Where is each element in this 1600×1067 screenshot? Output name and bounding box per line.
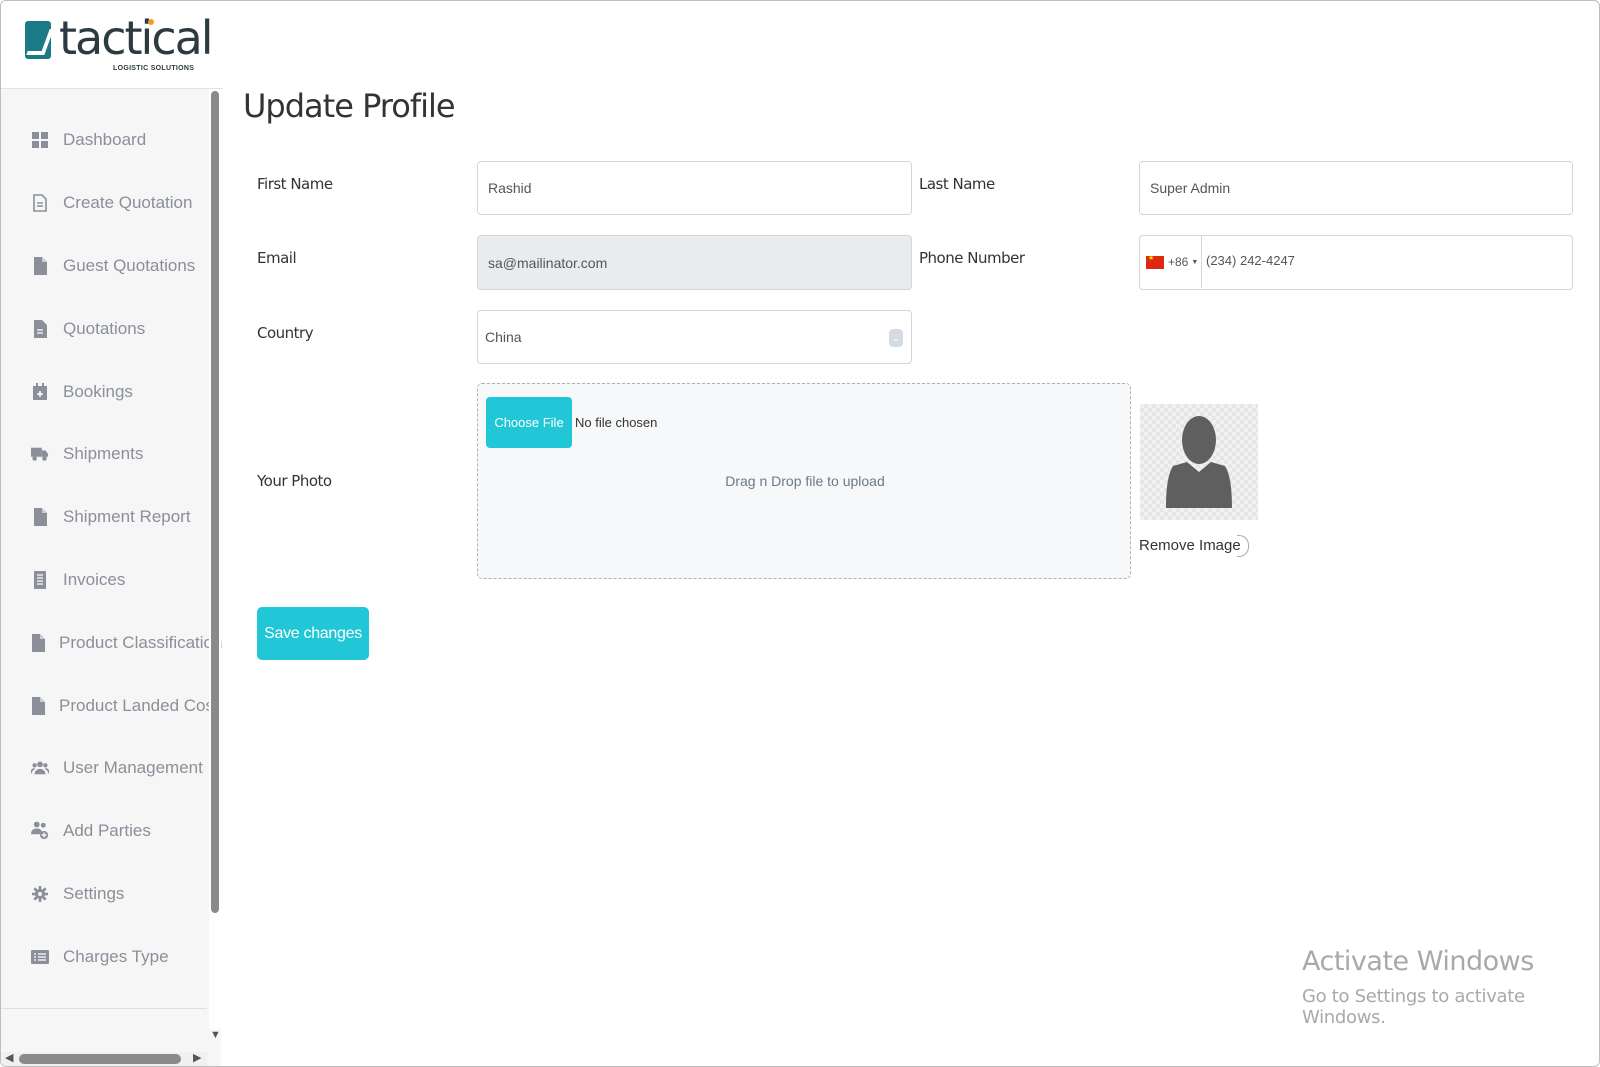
save-changes-button[interactable]: Save changes [257, 607, 369, 660]
remove-icon [1236, 535, 1249, 557]
activate-windows-title: Activate Windows [1302, 946, 1534, 977]
phone-number-label: Phone Number [919, 249, 1025, 267]
phone-number-field: +86 ▼ (234) 242-4247 [1139, 235, 1573, 290]
sidebar-item-create-quotation[interactable]: Create Quotation [1, 172, 209, 235]
photo-dropzone[interactable]: Choose File No file chosen Drag n Drop f… [477, 383, 1131, 579]
sidebar-item-user-management[interactable]: User Management [1, 737, 209, 800]
country-code-selector[interactable]: +86 ▼ [1140, 236, 1202, 288]
sidebar-item-label: Product Landed Cost [59, 695, 219, 715]
sidebar-item-add-parties[interactable]: Add Parties [1, 800, 209, 863]
sidebar-item-label: User Management [63, 758, 203, 778]
first-name-input[interactable]: Rashid [477, 161, 912, 215]
sidebar-item-quotations[interactable]: Quotations [1, 297, 209, 360]
scroll-down-icon[interactable]: ▼ [210, 1029, 221, 1041]
brand-tagline: LOGISTIC SOLUTIONS [113, 65, 195, 72]
sidebar-item-label: Create Quotation [63, 193, 193, 213]
activate-windows-subtitle: Go to Settings to activate Windows. [1302, 986, 1525, 1028]
sidebar-nav: Dashboard Create Quotation Guest Quotati… [1, 109, 222, 988]
logo-dot-icon [148, 19, 154, 25]
sidebar-item-label: Invoices [63, 569, 126, 589]
choose-file-button[interactable]: Choose File [486, 397, 572, 448]
users-plus-icon [31, 821, 49, 840]
country-select-value: China [485, 329, 522, 345]
sidebar-item-label: Add Parties [63, 821, 151, 841]
sidebar-item-shipment-report[interactable]: Shipment Report [1, 486, 209, 549]
sidebar-divider [1, 1008, 207, 1009]
remove-image-label: Remove Image [1139, 536, 1241, 554]
sidebar-item-shipments[interactable]: Shipments [1, 423, 209, 486]
last-name-label: Last Name [919, 175, 995, 193]
email-field: sa@mailinator.com [477, 235, 912, 290]
file-text-icon [31, 319, 49, 338]
logo-mark-icon [25, 21, 51, 59]
sidebar-item-label: Guest Quotations [63, 255, 196, 275]
scroll-right-icon[interactable]: ▶ [193, 1051, 201, 1064]
sidebar-item-label: Product Classification [59, 632, 223, 652]
list-icon [31, 948, 49, 966]
last-name-input[interactable]: Super Admin [1139, 161, 1573, 215]
phone-number-input[interactable]: (234) 242-4247 [1206, 253, 1295, 268]
calendar-plus-icon [31, 382, 49, 401]
scroll-left-icon[interactable]: ◀ [5, 1051, 13, 1064]
horizontal-scrollbar-thumb[interactable] [19, 1054, 181, 1064]
sidebar-item-product-landed-cost[interactable]: Product Landed Cost [1, 674, 219, 737]
remove-image-button[interactable]: Remove Image [1139, 535, 1249, 557]
caret-down-icon: ▼ [1191, 258, 1199, 266]
brand-logo[interactable]: tactical LOGISTIC SOLUTIONS [1, 1, 223, 89]
page-title: Update Profile [243, 87, 456, 125]
gear-icon [31, 885, 49, 903]
document-outline-icon [31, 194, 49, 212]
truck-icon [31, 445, 49, 463]
sidebar: tactical LOGISTIC SOLUTIONS Dashboard Cr… [1, 1, 223, 1066]
sidebar-item-label: Charges Type [63, 946, 169, 966]
email-label: Email [257, 249, 297, 267]
sidebar-item-label: Settings [63, 883, 125, 903]
file-icon [31, 508, 49, 527]
brand-name: tactical [59, 11, 214, 65]
china-flag-icon [1146, 254, 1164, 269]
sidebar-item-label: Shipment Report [63, 507, 191, 527]
sidebar-item-label: Dashboard [63, 130, 147, 150]
users-icon [31, 759, 49, 777]
sidebar-item-label: Shipments [63, 444, 144, 464]
sidebar-item-invoices[interactable]: Invoices [1, 549, 209, 612]
drop-hint: Drag n Drop file to upload [725, 473, 885, 489]
sidebar-item-guest-quotations[interactable]: Guest Quotations [1, 235, 209, 298]
sidebar-item-settings[interactable]: Settings [1, 863, 209, 926]
user-silhouette-icon [1166, 416, 1232, 508]
receipt-icon [31, 570, 49, 589]
sidebar-scrollbar-thumb[interactable] [211, 91, 219, 913]
file-status: No file chosen [575, 415, 658, 430]
grid-icon [31, 131, 49, 149]
app-window: tactical LOGISTIC SOLUTIONS Dashboard Cr… [0, 0, 1600, 1067]
sidebar-item-charges-type[interactable]: Charges Type [1, 925, 209, 988]
sidebar-item-bookings[interactable]: Bookings [1, 360, 209, 423]
file-icon [31, 256, 49, 275]
your-photo-label: Your Photo [257, 472, 332, 490]
chevron-down-icon: ⌄ [889, 329, 903, 347]
sidebar-item-label: Quotations [63, 318, 146, 338]
sidebar-item-product-classification[interactable]: Product Classification [1, 611, 222, 674]
country-select[interactable]: China ⌄ [477, 310, 912, 364]
sidebar-item-label: Bookings [63, 381, 133, 401]
file-icon [31, 633, 45, 652]
file-icon [31, 696, 45, 715]
dial-code: +86 [1168, 255, 1189, 269]
avatar [1140, 404, 1258, 520]
country-label: Country [257, 324, 314, 342]
first-name-label: First Name [257, 175, 333, 193]
sidebar-item-dashboard[interactable]: Dashboard [1, 109, 209, 172]
